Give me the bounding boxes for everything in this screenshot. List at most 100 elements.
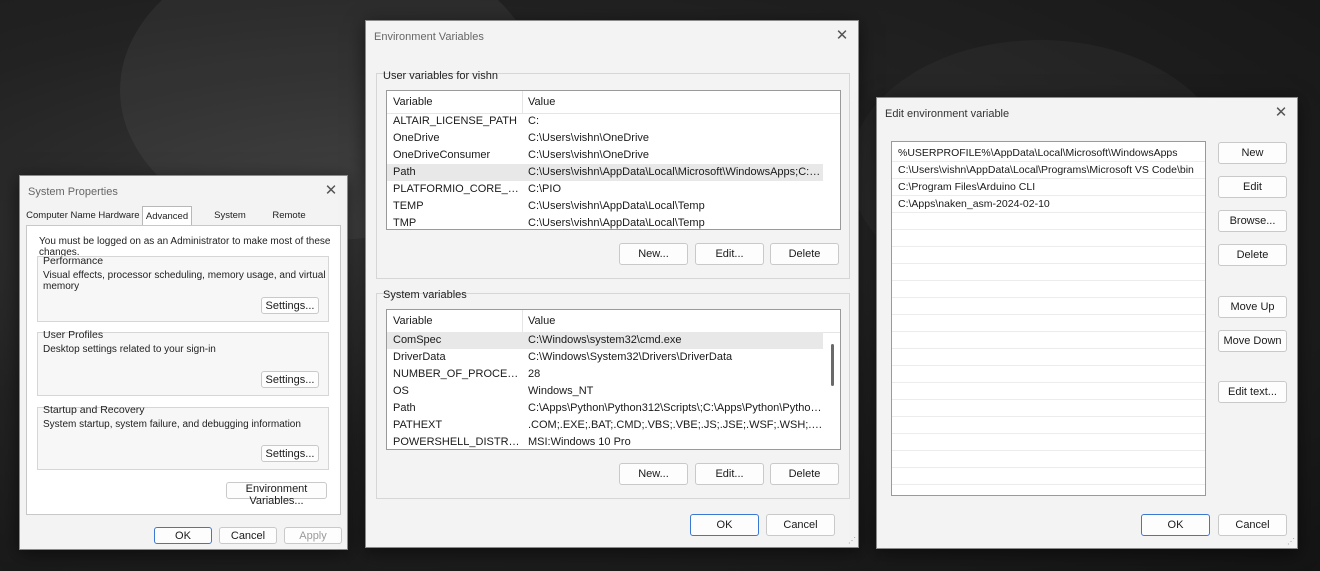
tab-remote[interactable]: Remote bbox=[268, 208, 310, 224]
ok-button[interactable]: OK bbox=[154, 527, 212, 544]
performance-label: Performance bbox=[43, 255, 104, 267]
edit-button[interactable]: Edit bbox=[1218, 176, 1287, 198]
variable-cell: Path bbox=[393, 402, 416, 414]
ok-button[interactable]: OK bbox=[1141, 514, 1210, 536]
list-item[interactable]: C:\Users\vishn\AppData\Local\Programs\Mi… bbox=[892, 162, 1205, 179]
empty-list-item[interactable] bbox=[892, 315, 1205, 332]
empty-list-item[interactable] bbox=[892, 332, 1205, 349]
user-profiles-settings-button[interactable]: Settings... bbox=[261, 371, 319, 388]
user-profiles-label: User Profiles bbox=[43, 329, 104, 341]
close-icon[interactable]: ✕ bbox=[321, 181, 341, 201]
title-bar: System Properties ✕ bbox=[20, 176, 347, 206]
variable-cell: OS bbox=[393, 385, 409, 397]
startup-settings-button[interactable]: Settings... bbox=[261, 445, 319, 462]
move-down-button[interactable]: Move Down bbox=[1218, 330, 1287, 352]
table-row[interactable]: PLATFORMIO_CORE_DIR C:\PIO bbox=[387, 181, 823, 198]
variable-cell: TEMP bbox=[393, 200, 424, 212]
user-edit-button[interactable]: Edit... bbox=[695, 243, 764, 265]
empty-list-item[interactable] bbox=[892, 230, 1205, 247]
environment-variables-button[interactable]: Environment Variables... bbox=[226, 482, 327, 507]
user-new-button[interactable]: New... bbox=[619, 243, 688, 265]
empty-list-item[interactable] bbox=[892, 383, 1205, 400]
variable-cell: OneDrive bbox=[393, 132, 440, 144]
cancel-button[interactable]: Cancel bbox=[766, 514, 835, 536]
user-variables-label: User variables for vishn bbox=[383, 70, 498, 82]
empty-list-item[interactable] bbox=[892, 349, 1205, 366]
empty-list-item[interactable] bbox=[892, 264, 1205, 281]
browse-button[interactable]: Browse... bbox=[1218, 210, 1287, 232]
empty-list-item[interactable] bbox=[892, 417, 1205, 434]
empty-list-item[interactable] bbox=[892, 468, 1205, 485]
table-row-selected[interactable]: Path C:\Users\vishn\AppData\Local\Micros… bbox=[387, 164, 823, 181]
table-row[interactable]: OS Windows_NT bbox=[387, 383, 823, 400]
table-row[interactable]: TEMP C:\Users\vishn\AppData\Local\Temp bbox=[387, 198, 823, 215]
startup-recovery-desc: System startup, system failure, and debu… bbox=[43, 419, 301, 430]
delete-button[interactable]: Delete bbox=[1218, 244, 1287, 266]
column-header-value[interactable]: Value bbox=[528, 91, 808, 113]
scrollbar-thumb[interactable] bbox=[831, 344, 834, 386]
apply-button[interactable]: Apply bbox=[284, 527, 342, 544]
move-up-button[interactable]: Move Up bbox=[1218, 296, 1287, 318]
system-delete-button[interactable]: Delete bbox=[770, 463, 839, 485]
tab-advanced[interactable]: Advanced bbox=[142, 206, 192, 225]
empty-list-item[interactable] bbox=[892, 298, 1205, 315]
empty-list-item[interactable] bbox=[892, 213, 1205, 230]
value-cell: C:\Users\vishn\OneDrive bbox=[528, 132, 650, 144]
table-row[interactable]: PATHEXT .COM;.EXE;.BAT;.CMD;.VBS;.VBE;.J… bbox=[387, 417, 823, 434]
empty-list-item[interactable] bbox=[892, 451, 1205, 468]
table-row[interactable]: OneDrive C:\Users\vishn\OneDrive bbox=[387, 130, 823, 147]
table-row[interactable]: TMP C:\Users\vishn\AppData\Local\Temp bbox=[387, 215, 823, 229]
system-edit-button[interactable]: Edit... bbox=[695, 463, 764, 485]
system-variables-list[interactable]: Variable Value ComSpec C:\Windows\system… bbox=[386, 309, 841, 450]
empty-list-item[interactable] bbox=[892, 434, 1205, 451]
table-row[interactable]: Path C:\Apps\Python\Python312\Scripts\;C… bbox=[387, 400, 823, 417]
environment-variables-window: Environment Variables ✕ User variables f… bbox=[365, 20, 859, 548]
value-cell: MSI:Windows 10 Pro bbox=[528, 436, 631, 448]
list-header: Variable Value bbox=[387, 91, 840, 114]
list-item[interactable]: C:\Program Files\Arduino CLI bbox=[892, 179, 1205, 196]
variable-cell: ComSpec bbox=[393, 334, 442, 346]
resize-grip-icon[interactable]: ⋰ bbox=[848, 537, 856, 545]
variable-cell: ALTAIR_LICENSE_PATH bbox=[393, 115, 517, 127]
column-header-variable[interactable]: Variable bbox=[393, 91, 518, 113]
tab-hardware[interactable]: Hardware bbox=[96, 208, 142, 224]
value-cell: 28 bbox=[528, 368, 541, 380]
new-button[interactable]: New bbox=[1218, 142, 1287, 164]
value-cell: C:\Users\vishn\OneDrive bbox=[528, 149, 650, 161]
user-variables-list[interactable]: Variable Value ALTAIR_LICENSE_PATH C: On… bbox=[386, 90, 841, 230]
user-profiles-desc: Desktop settings related to your sign-in bbox=[43, 344, 216, 355]
column-header-variable[interactable]: Variable bbox=[393, 310, 518, 332]
table-row[interactable]: NUMBER_OF_PROCESSORS 28 bbox=[387, 366, 823, 383]
system-new-button[interactable]: New... bbox=[619, 463, 688, 485]
table-row[interactable]: DriverData C:\Windows\System32\Drivers\D… bbox=[387, 349, 823, 366]
variable-cell: DriverData bbox=[393, 351, 446, 363]
edit-text-button[interactable]: Edit text... bbox=[1218, 381, 1287, 403]
performance-settings-button[interactable]: Settings... bbox=[261, 297, 319, 314]
empty-list-item[interactable] bbox=[892, 400, 1205, 417]
table-row[interactable]: ALTAIR_LICENSE_PATH C: bbox=[387, 113, 823, 130]
empty-list-item[interactable] bbox=[892, 281, 1205, 298]
table-row-selected[interactable]: ComSpec C:\Windows\system32\cmd.exe bbox=[387, 332, 823, 349]
value-cell: C:\PIO bbox=[528, 183, 562, 195]
column-header-value[interactable]: Value bbox=[528, 310, 808, 332]
variable-cell: OneDriveConsumer bbox=[393, 149, 491, 161]
empty-list-item[interactable] bbox=[892, 366, 1205, 383]
user-delete-button[interactable]: Delete bbox=[770, 243, 839, 265]
path-entries-list[interactable]: %USERPROFILE%\AppData\Local\Microsoft\Wi… bbox=[891, 141, 1206, 496]
table-row[interactable]: POWERSHELL_DISTRIBUTI... MSI:Windows 10 … bbox=[387, 434, 823, 449]
tab-computer-name[interactable]: Computer Name bbox=[26, 208, 96, 224]
cancel-button[interactable]: Cancel bbox=[1218, 514, 1287, 536]
value-cell: C:\Users\vishn\AppData\Local\Temp bbox=[528, 217, 705, 229]
tab-strip: Computer Name Hardware Advanced System P… bbox=[26, 206, 342, 237]
empty-list-item[interactable] bbox=[892, 247, 1205, 264]
ok-button[interactable]: OK bbox=[690, 514, 759, 536]
table-row[interactable]: OneDriveConsumer C:\Users\vishn\OneDrive bbox=[387, 147, 823, 164]
close-icon[interactable]: ✕ bbox=[832, 26, 852, 46]
resize-grip-icon[interactable]: ⋰ bbox=[1287, 538, 1295, 546]
cancel-button[interactable]: Cancel bbox=[219, 527, 277, 544]
value-cell: C:\Apps\Python\Python312\Scripts\;C:\App… bbox=[528, 402, 823, 414]
list-item[interactable]: C:\Apps\naken_asm-2024-02-10 bbox=[892, 196, 1205, 213]
close-icon[interactable]: ✕ bbox=[1271, 103, 1291, 123]
tab-system-protection[interactable]: System Protection bbox=[192, 208, 268, 237]
list-item[interactable]: %USERPROFILE%\AppData\Local\Microsoft\Wi… bbox=[892, 145, 1205, 162]
